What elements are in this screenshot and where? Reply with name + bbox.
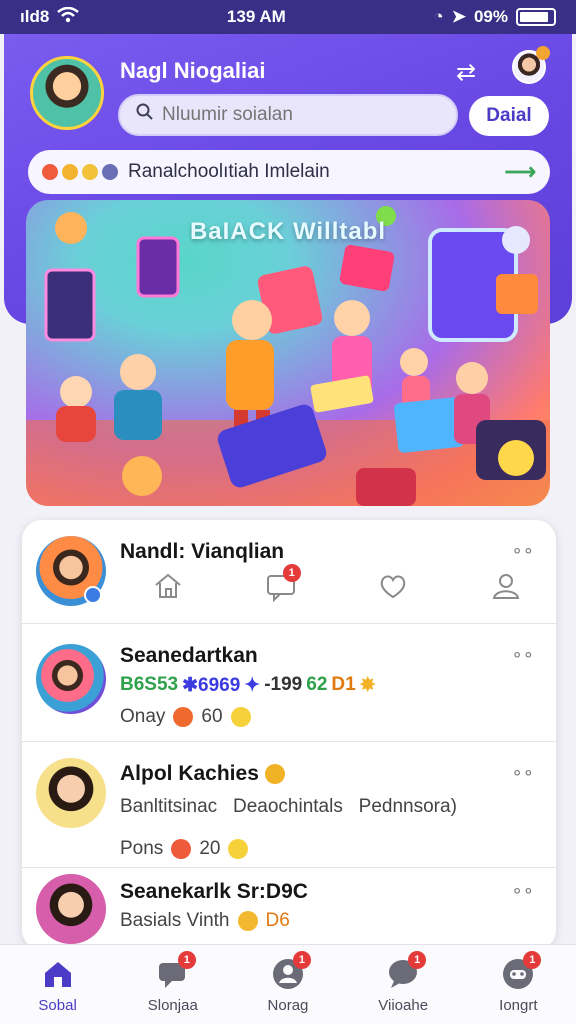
nav-label: Viioahe xyxy=(378,997,429,1014)
status-left: ıld8 xyxy=(20,6,80,28)
feed-row[interactable]: Alpol Kachies ∘∘ Banltitsinac Deaochinta… xyxy=(22,742,556,868)
location-icon: ➤ xyxy=(451,7,466,26)
comment-icon[interactable]: 1 xyxy=(265,564,301,603)
alarm-icon: ◔ xyxy=(433,7,444,26)
nav-label: Norag xyxy=(267,997,309,1014)
row-name: Alpol Kachies xyxy=(120,762,285,786)
stat-c: ✦ xyxy=(244,675,261,696)
wifi-icon xyxy=(57,6,80,28)
stat-e: 62 xyxy=(306,674,328,695)
more-icon[interactable]: ∘∘ xyxy=(511,644,534,665)
notification-badge: 1 xyxy=(292,951,311,969)
feed-row[interactable]: Seanekarlk Sr:D9C ∘∘ Basials Vinth D6 xyxy=(22,868,556,950)
star-icon: ✸ xyxy=(359,675,376,696)
search-icon xyxy=(136,103,154,127)
bottom-nav: Sobal 1 Slonjaa 1 Norag 1 Viioahe 1 Iong… xyxy=(0,944,576,1024)
emoji-icon xyxy=(82,164,98,180)
stat-f: D1 xyxy=(331,674,356,695)
row-name: Seanedartkan xyxy=(120,644,258,667)
nav-label: Slonjaa xyxy=(147,997,198,1014)
nav-item-sobal[interactable]: Sobal xyxy=(8,957,108,1014)
nav-item-slonjaa[interactable]: 1 Slonjaa xyxy=(123,951,223,1014)
emoji-icon xyxy=(228,839,249,859)
stat-b: ✱6969 xyxy=(182,675,241,696)
emoji-icon xyxy=(42,164,58,180)
nav-label: Iongrt xyxy=(499,997,538,1014)
battery-percent: 09% xyxy=(473,7,508,26)
row-avatar[interactable] xyxy=(36,644,106,714)
message-icon: 1 xyxy=(386,951,427,991)
announcement-text: Ranalchoolıtiah Imlelain xyxy=(128,161,330,182)
profile-icon: 1 xyxy=(271,951,311,991)
banner-title: BaIACK Willtabl xyxy=(189,218,387,245)
notification-badge: 1 xyxy=(408,951,427,969)
deal-button[interactable]: Daial xyxy=(469,96,549,136)
emoji-icon xyxy=(173,707,194,727)
more-icon[interactable]: ∘∘ xyxy=(511,540,534,561)
announcement-bar[interactable]: Ranalchoolıtiah Imlelain ⟶ xyxy=(28,150,550,194)
person-icon[interactable] xyxy=(490,570,522,602)
status-time: 139 AM xyxy=(226,7,286,26)
emoji-icon xyxy=(237,911,258,931)
share-icon[interactable]: ⇄ xyxy=(456,58,490,86)
notification-dot xyxy=(536,46,550,60)
row-name: Nandl: Vianqlian xyxy=(120,540,285,563)
feed-card: Nandl: Vianqlian ∘∘ 1 Seanedartkan ∘∘ B6… xyxy=(22,520,556,950)
notification-badge: 1 xyxy=(177,951,196,969)
promo-banner[interactable]: BaIACK Willtabl xyxy=(26,200,550,506)
reaction-count: 20 xyxy=(199,838,221,859)
battery-icon xyxy=(515,8,556,26)
row-name: Seanekarlk Sr:D9C xyxy=(120,880,308,903)
chat-icon: 1 xyxy=(156,951,196,991)
emoji-icon xyxy=(62,164,78,180)
reaction-line: Basials Vinth D6 xyxy=(120,910,290,932)
signal-text: ıld8 xyxy=(20,7,50,26)
user-avatar[interactable] xyxy=(30,56,104,130)
reaction-line: Pons 20 xyxy=(120,838,249,860)
stat-d: -199 xyxy=(264,674,303,695)
feed-row[interactable]: Seanedartkan ∘∘ B6S53 ✱6969 ✦ -199 62 D1… xyxy=(22,624,556,742)
status-bar: ıld8 139 AM ◔ ➤ 09% xyxy=(0,0,576,34)
emoji-icon xyxy=(230,707,251,727)
game-icon: 1 xyxy=(501,951,542,991)
nav-item-iongrt[interactable]: 1 Iongrt xyxy=(468,951,568,1014)
notification-badge: 1 xyxy=(282,564,301,582)
badge-icon xyxy=(84,586,102,604)
reaction-label: Pons xyxy=(120,838,164,859)
reaction-label: Onay xyxy=(120,706,166,727)
nav-item-viioahe[interactable]: 1 Viioahe xyxy=(353,951,453,1014)
status-right: ◔ ➤ 09% xyxy=(433,7,556,27)
row-name-text: Alpol Kachies xyxy=(120,762,259,785)
quick-actions: 1 xyxy=(152,564,522,603)
emoji-icon xyxy=(102,164,118,180)
stats-line: B6S53 ✱6969 ✦ -199 62 D1 ✸ xyxy=(120,674,376,697)
nav-label: Sobal xyxy=(38,997,77,1014)
row-description: Banltitsinac Deaochintals Pednnsora) xyxy=(120,796,457,817)
stat-a: B6S53 xyxy=(120,674,179,695)
nav-item-norag[interactable]: 1 Norag xyxy=(238,951,338,1014)
search-bar[interactable] xyxy=(118,94,458,136)
emoji-row xyxy=(42,164,118,180)
notification-badge: 1 xyxy=(523,951,542,969)
search-input[interactable] xyxy=(162,104,440,126)
more-icon[interactable]: ∘∘ xyxy=(511,880,534,901)
more-icon[interactable]: ∘∘ xyxy=(511,762,534,783)
emoji-icon xyxy=(171,839,192,859)
row-avatar[interactable] xyxy=(36,874,106,944)
heart-icon[interactable] xyxy=(377,570,409,602)
row-avatar[interactable] xyxy=(36,758,106,828)
feed-row[interactable]: Nandl: Vianqlian ∘∘ 1 xyxy=(22,520,556,624)
home-icon xyxy=(41,957,75,991)
arrow-right-icon[interactable]: ⟶ xyxy=(504,159,536,185)
reaction-line: Onay 60 xyxy=(120,706,251,728)
profile-avatar-small[interactable] xyxy=(512,46,550,84)
user-name: Nagl Niogaliai xyxy=(120,58,266,83)
reaction-label: Basials Vinth xyxy=(120,910,230,931)
reaction-count: 60 xyxy=(201,706,223,727)
reaction-count: D6 xyxy=(265,910,290,931)
emoji-icon xyxy=(264,764,285,785)
home-icon[interactable] xyxy=(152,570,184,602)
